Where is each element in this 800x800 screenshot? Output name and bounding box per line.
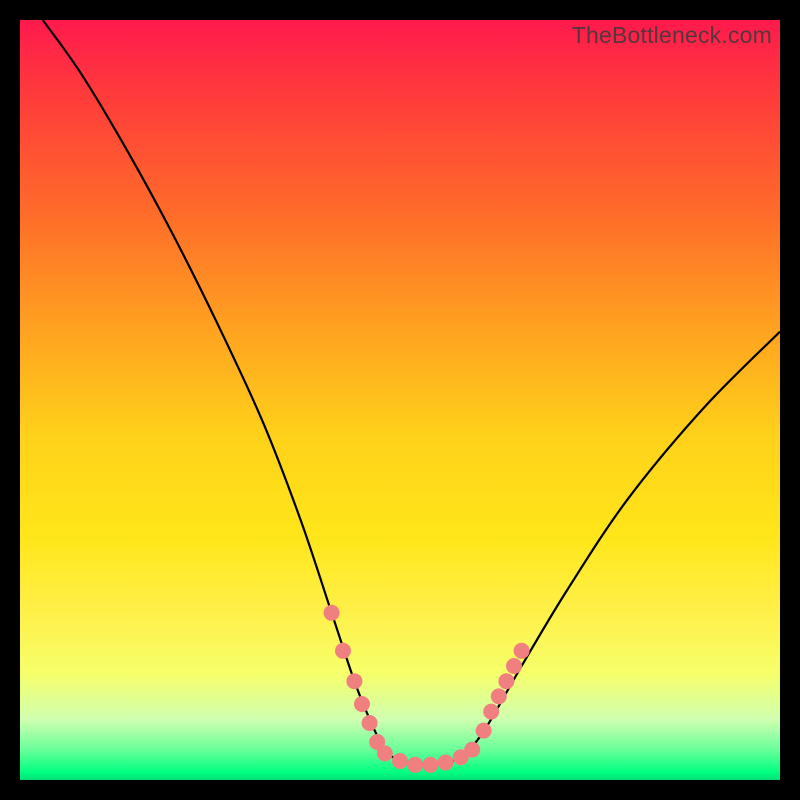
marker-dot (392, 753, 408, 769)
marker-dot (335, 643, 351, 659)
marker-dot (354, 696, 370, 712)
marker-dots (324, 605, 530, 773)
marker-dot (362, 715, 378, 731)
marker-dot (464, 742, 480, 758)
chart-frame: TheBottleneck.com (20, 20, 780, 780)
marker-dot (491, 688, 507, 704)
marker-dot (483, 704, 499, 720)
marker-dot (514, 643, 530, 659)
marker-dot (498, 673, 514, 689)
marker-dot (377, 745, 393, 761)
marker-dot (438, 755, 454, 771)
marker-dot (422, 757, 438, 773)
marker-dot (407, 757, 423, 773)
marker-dot (506, 658, 522, 674)
chart-svg (20, 20, 780, 780)
marker-dot (324, 605, 340, 621)
marker-dot (476, 723, 492, 739)
marker-dot (346, 673, 362, 689)
bottleneck-curve (43, 20, 780, 765)
